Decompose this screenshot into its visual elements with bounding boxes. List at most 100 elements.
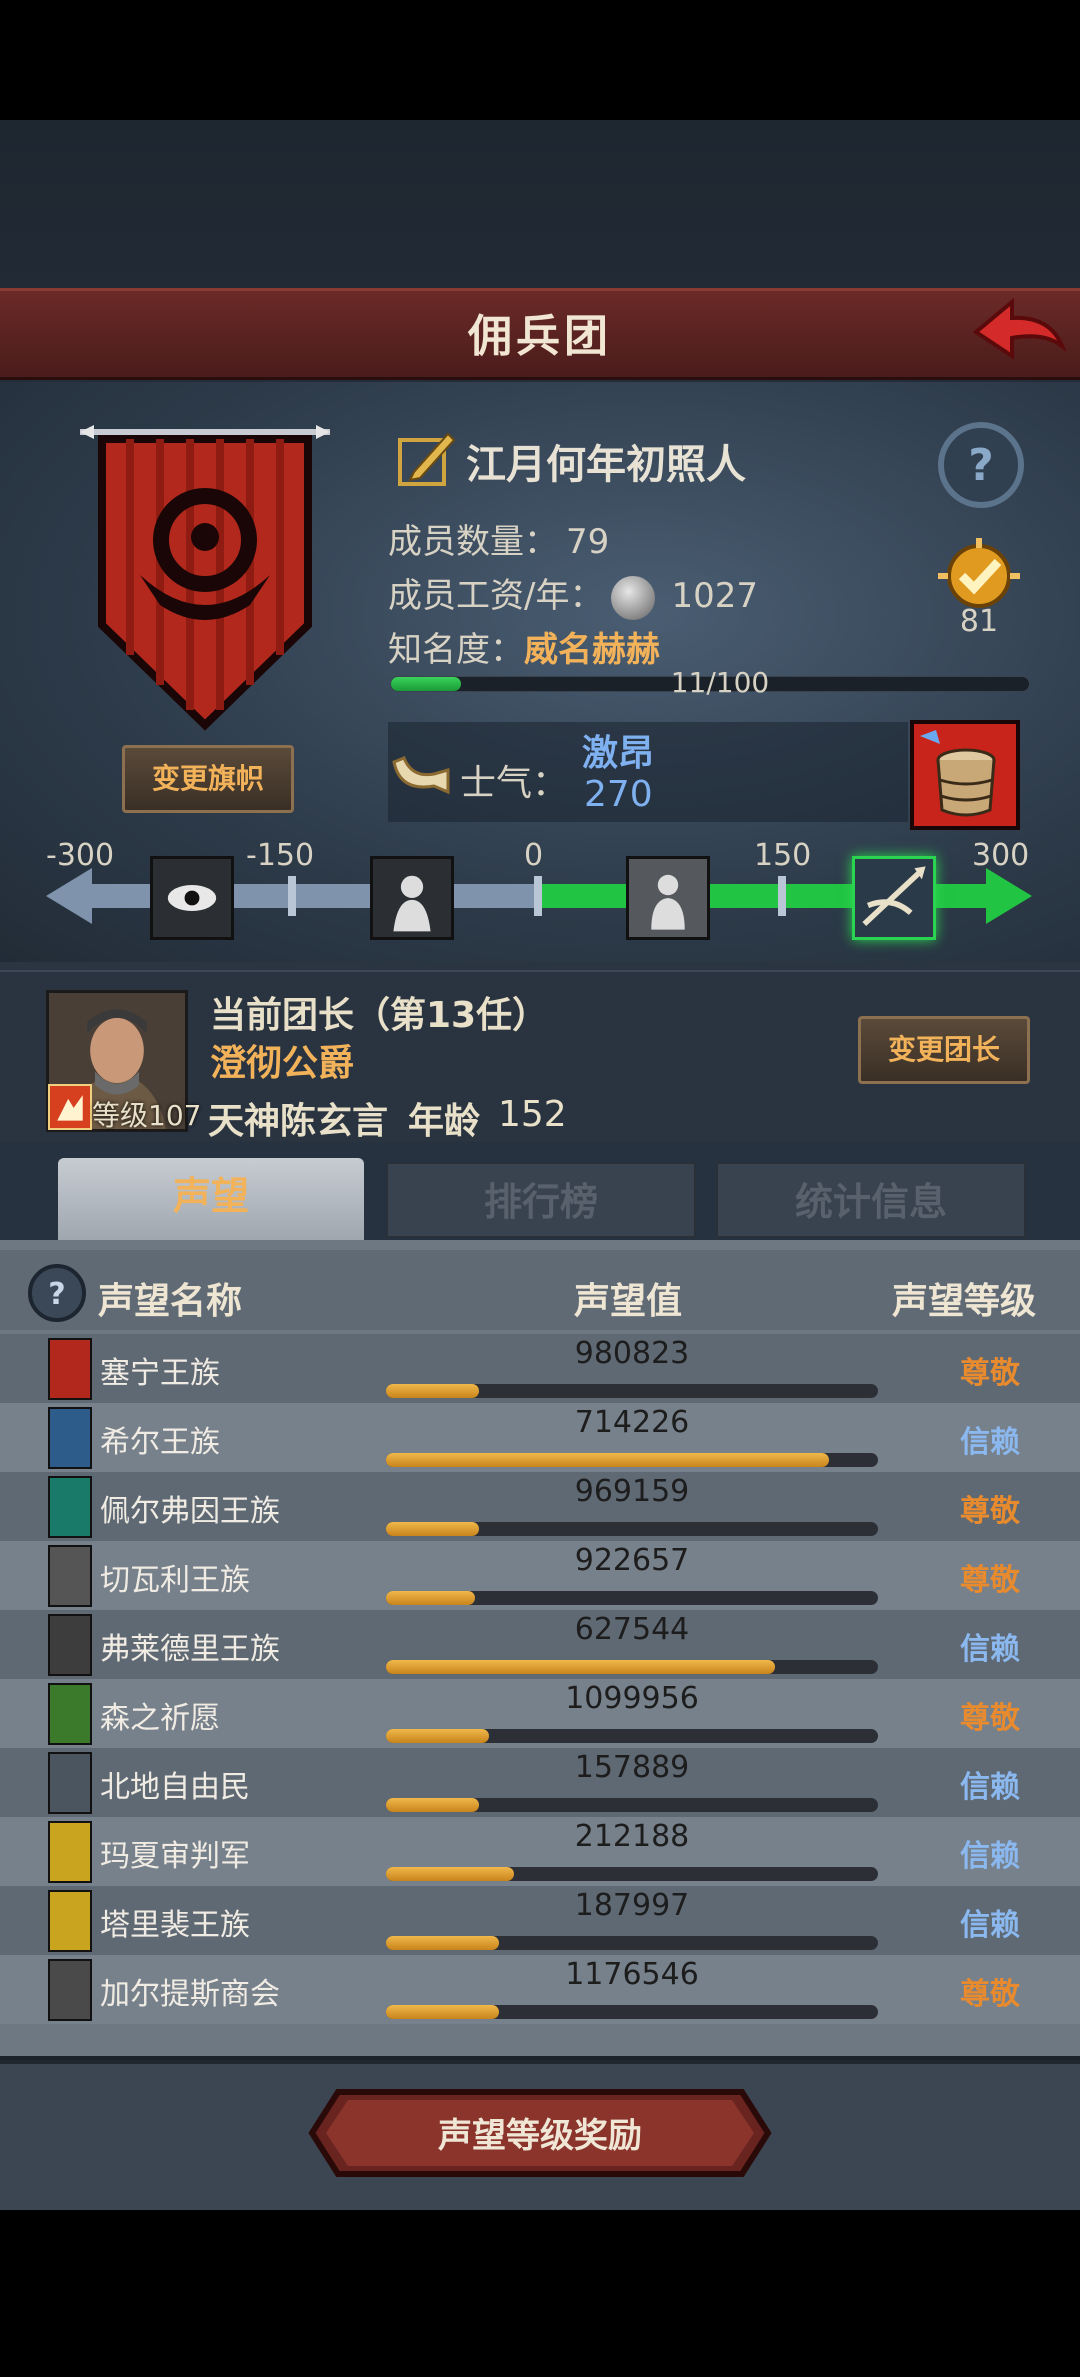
scale-tick-label: 150: [754, 838, 812, 873]
salary-value: 1027: [671, 576, 758, 616]
table-row[interactable]: 希尔王族 714226 信赖: [0, 1403, 1080, 1472]
faction-name: 塞宁王族: [100, 1356, 220, 1391]
table-row[interactable]: 北地自由民 157889 信赖: [0, 1748, 1080, 1817]
reputation-value: 714226: [574, 1405, 690, 1440]
change-leader-button[interactable]: 变更团长: [858, 1016, 1030, 1084]
faction-emblem-icon: [48, 1683, 92, 1745]
table-row[interactable]: 弗莱德里王族 627544 信赖: [0, 1610, 1080, 1679]
scale-right-arrow: [986, 868, 1032, 924]
reputation-value: 157889: [574, 1750, 690, 1785]
header-level: 声望等级: [892, 1281, 1037, 1322]
table-row[interactable]: 切瓦利王族 922657 尊敬: [0, 1541, 1080, 1610]
badge-count: 81: [959, 604, 999, 639]
back-arrow-icon[interactable]: [968, 294, 1068, 370]
leader-noble-title: 澄彻公爵: [210, 1043, 355, 1084]
fame-progress-text: 11/100: [670, 666, 770, 699]
reputation-value: 1099956: [565, 1681, 699, 1716]
faction-name: 加尔提斯商会: [100, 1977, 280, 2012]
reputation-value: 212188: [574, 1819, 690, 1854]
salary-label: 成员工资/年：: [388, 576, 604, 616]
level-badge-icon: [48, 1084, 92, 1130]
morale-label: 士气：: [460, 763, 569, 804]
reputation-bar: [386, 1798, 878, 1812]
team-name: 江月何年初照人: [466, 442, 746, 488]
reputation-value: 922657: [574, 1543, 690, 1578]
reputation-bar-fill: [386, 1522, 480, 1536]
table-row[interactable]: 加尔提斯商会 1176546 尊敬: [0, 1955, 1080, 2024]
change-flag-button[interactable]: 变更旗帜: [122, 745, 294, 813]
faction-name: 玛夏审判军: [100, 1839, 250, 1874]
help-icon[interactable]: ?: [936, 420, 1026, 510]
reputation-level: 信赖: [960, 1425, 1020, 1460]
faction-emblem-icon: [48, 1959, 92, 2021]
svg-text:?: ?: [48, 1277, 65, 1312]
fame-value: 威名赫赫: [524, 630, 660, 670]
reputation-bar-fill: [386, 1453, 829, 1467]
barrel-icon[interactable]: [910, 720, 1020, 830]
leader-age: 152: [498, 1094, 567, 1135]
reputation-bar: [386, 1591, 878, 1605]
faction-emblem-icon: [48, 1752, 92, 1814]
table-row[interactable]: 玛夏审判军 212188 信赖: [0, 1817, 1080, 1886]
faction-name: 弗莱德里王族: [100, 1632, 280, 1667]
reputation-value: 1176546: [565, 1957, 699, 1992]
reputation-bar-fill: [386, 1936, 500, 1950]
reward-button-label: 声望等级奖励: [438, 2116, 642, 2156]
faction-emblem-icon: [48, 1545, 92, 1607]
reputation-bar: [386, 1867, 878, 1881]
faction-name: 切瓦利王族: [100, 1563, 250, 1598]
faction-emblem-icon: [48, 1338, 92, 1400]
reputation-level: 尊敬: [960, 1977, 1020, 2012]
reputation-value: 980823: [574, 1336, 690, 1371]
members-line: 成员数量： 79: [388, 514, 609, 563]
header-value: 声望值: [574, 1281, 683, 1322]
reputation-bar: [386, 1660, 878, 1674]
morale-spear-icon[interactable]: [852, 856, 936, 940]
table-row[interactable]: 佩尔弗因王族 969159 尊敬: [0, 1472, 1080, 1541]
faction-emblem-icon: [48, 1407, 92, 1469]
members-label: 成员数量：: [388, 522, 558, 562]
team-banner: [80, 425, 330, 731]
faction-name: 塔里裴王族: [100, 1908, 250, 1943]
reputation-level: 尊敬: [960, 1701, 1020, 1736]
tab-ranking[interactable]: 排行榜: [386, 1162, 696, 1238]
help-icon[interactable]: ?: [26, 1262, 88, 1324]
reputation-bar-fill: [386, 1798, 480, 1812]
table-row[interactable]: 森之祈愿 1099956 尊敬: [0, 1679, 1080, 1748]
morale-eye-icon[interactable]: [150, 856, 234, 940]
page-title: 佣兵团: [468, 311, 612, 362]
scale-tick: [534, 876, 542, 916]
reputation-bar-fill: [386, 2005, 500, 2019]
tab-reputation[interactable]: 声望: [58, 1158, 364, 1250]
faction-name: 森之祈愿: [100, 1701, 220, 1736]
fame-line: 知名度：威名赫赫: [388, 622, 660, 671]
reputation-bar: [386, 1522, 878, 1536]
reputation-level: 尊敬: [960, 1563, 1020, 1598]
faction-name: 佩尔弗因王族: [100, 1494, 280, 1529]
edit-name-icon[interactable]: [396, 428, 458, 490]
reputation-level: 信赖: [960, 1908, 1020, 1943]
tab-statistics[interactable]: 统计信息: [716, 1162, 1026, 1238]
morale-calm-icon[interactable]: [626, 856, 710, 940]
reputation-level: 信赖: [960, 1632, 1020, 1667]
reputation-level: 信赖: [960, 1770, 1020, 1805]
scale-tick-label: -150: [246, 838, 315, 873]
reputation-bar: [386, 2005, 878, 2019]
fame-label: 知名度：: [388, 630, 524, 670]
horn-icon: [392, 756, 450, 795]
reputation-bar-fill: [386, 1729, 490, 1743]
table-row[interactable]: 塔里裴王族 187997 信赖: [0, 1886, 1080, 1955]
faction-emblem-icon: [48, 1614, 92, 1676]
svg-text:?: ?: [968, 440, 994, 491]
reputation-bar-fill: [386, 1867, 514, 1881]
faction-name: 北地自由民: [100, 1770, 250, 1805]
reputation-level: 尊敬: [960, 1356, 1020, 1391]
morale-despair-icon[interactable]: [370, 856, 454, 940]
reputation-bar: [386, 1936, 878, 1950]
reputation-bar-fill: [386, 1660, 775, 1674]
reputation-value: 187997: [574, 1888, 690, 1923]
reputation-level: 尊敬: [960, 1494, 1020, 1529]
table-row[interactable]: 塞宁王族 980823 尊敬: [0, 1334, 1080, 1403]
scale-tick-label: 0: [524, 838, 544, 873]
leader-level: 等级107: [92, 1099, 202, 1132]
